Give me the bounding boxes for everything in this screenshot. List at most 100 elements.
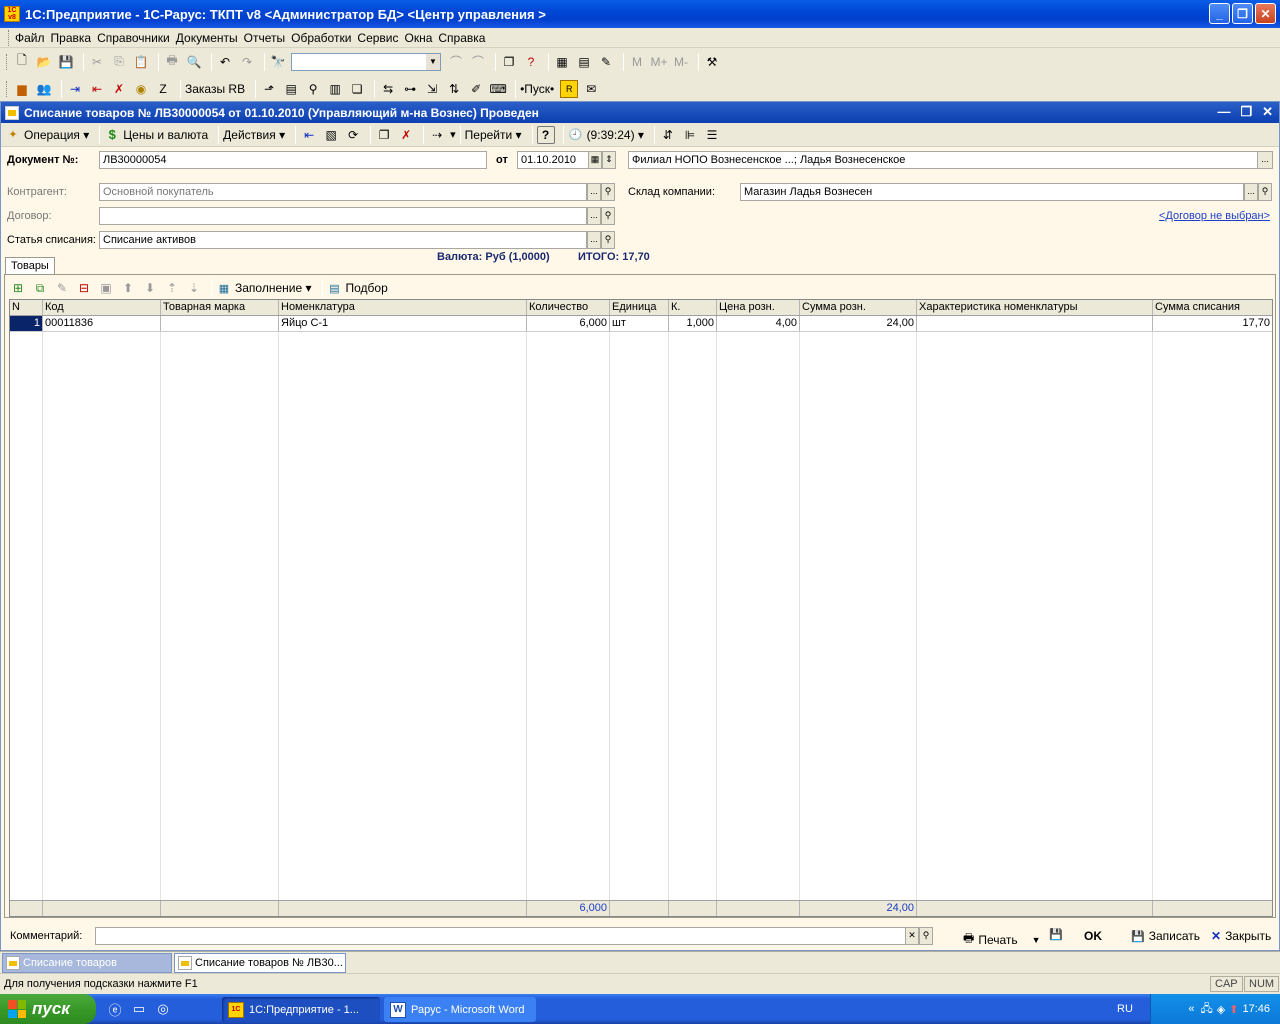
brand-cell[interactable] [161, 316, 279, 331]
column-header[interactable]: Количество [527, 300, 610, 315]
row-number[interactable]: 1 [10, 316, 43, 331]
taskbar-1c-button[interactable]: 1С 1С:Предприятие - 1... [222, 997, 380, 1022]
minimize-button[interactable]: _ [1209, 3, 1230, 24]
docs-icon[interactable]: ❏ [348, 80, 366, 98]
column-header[interactable]: Номенклатура [279, 300, 527, 315]
sort-desc-icon[interactable]: ⇣ [185, 279, 203, 297]
toolbar-grip[interactable] [6, 53, 9, 70]
move-up-icon[interactable]: ⬆ [119, 279, 137, 297]
hierarchy-icon[interactable]: ⊫ [681, 126, 699, 144]
tray-app-icon[interactable]: ◈ [1217, 1003, 1225, 1016]
sort-asc-icon[interactable]: ⇡ [163, 279, 181, 297]
mail-icon[interactable]: ✉ [582, 80, 600, 98]
memory-m-button[interactable]: M [628, 53, 646, 71]
search-combo[interactable]: ▼ [291, 52, 441, 71]
chart-icon[interactable]: ▥ [326, 80, 344, 98]
redo-icon[interactable]: ↷ [238, 53, 256, 71]
new-document-icon[interactable]: 🗋 [13, 53, 31, 71]
help-button[interactable]: ? [536, 125, 555, 144]
column-header[interactable]: Сумма розн. [800, 300, 917, 315]
goods-table[interactable]: N Код Товарная марка Номенклатура Количе… [9, 299, 1273, 917]
column-header[interactable]: Сумма списания [1153, 300, 1272, 315]
users-icon[interactable]: 👥 [35, 80, 53, 98]
memory-plus-button[interactable]: M+ [650, 53, 668, 71]
back-icon[interactable]: ⇤ [300, 126, 318, 144]
window-tab-writeoff-doc[interactable]: Списание товаров № ЛВ30... [174, 953, 346, 973]
writeoff-icon[interactable]: ✗ [110, 80, 128, 98]
copy-doc-icon[interactable]: ❐ [375, 126, 393, 144]
calendar-icon[interactable]: ▦ [588, 151, 602, 169]
structure-icon[interactable]: ⊶ [401, 80, 419, 98]
prices-currency-button[interactable]: $ Цены и валюта [104, 127, 209, 143]
structure-doc-icon[interactable]: ⇢ [428, 126, 446, 144]
document-title-bar[interactable]: Списание товаров № ЛВ30000054 от 01.10.2… [1, 102, 1279, 123]
warehouse-select-button[interactable]: ... [1244, 183, 1258, 201]
close-doc-button[interactable]: ✕ Закрыть [1211, 929, 1271, 943]
quantity-cell[interactable]: 6,000 [527, 316, 610, 331]
nomenclature-cell[interactable]: Яйцо С-1 [279, 316, 527, 331]
end-edit-icon[interactable]: ▣ [97, 279, 115, 297]
network-icon[interactable]: 🖧 [1201, 1000, 1213, 1019]
taskbar-word-button[interactable]: W Рарус - Microsoft Word [384, 997, 536, 1022]
undo-icon[interactable]: ↶ [216, 53, 234, 71]
close-button[interactable]: ✕ [1255, 3, 1276, 24]
warehouse-field[interactable]: Магазин Ладья Вознесен [740, 183, 1244, 201]
filter-icon[interactable]: ⚲ [304, 80, 322, 98]
goto-button[interactable]: Перейти ▾ [465, 128, 522, 142]
tools-icon[interactable]: ⚒ [703, 53, 721, 71]
writeoff-select-button[interactable]: ... [587, 231, 601, 249]
settings-icon[interactable]: ✎ [597, 53, 615, 71]
edit-icon[interactable]: ✐ [467, 80, 485, 98]
writeoff-article-field[interactable]: Списание активов [99, 231, 587, 249]
calculator-icon[interactable]: ▦ [553, 53, 571, 71]
arrow-out-icon[interactable]: ⇤ [88, 80, 106, 98]
update-icon[interactable]: ⬆ [1229, 1003, 1238, 1016]
money-icon[interactable]: ◉ [132, 80, 150, 98]
desktop-icon[interactable]: ▭ [130, 1000, 148, 1018]
save-icon[interactable]: 💾 [57, 53, 75, 71]
search-icon[interactable]: ⚲ [601, 183, 615, 201]
search-icon[interactable]: ⚲ [1258, 183, 1272, 201]
column-header[interactable]: Характеристика номенклатуры [917, 300, 1153, 315]
find-prev-icon[interactable]: ⌒ [469, 53, 487, 71]
counterparty-field[interactable]: Основной покупатель [99, 183, 587, 201]
print-icon[interactable]: 🖶 [163, 53, 181, 71]
retail-sum-cell[interactable]: 24,00 [800, 316, 917, 331]
quicklaunch-app-icon[interactable]: ◎ [154, 1000, 172, 1018]
toolbar-grip[interactable] [8, 29, 11, 46]
menu-help[interactable]: Справка [438, 31, 485, 45]
column-header[interactable]: Товарная марка [161, 300, 279, 315]
find-icon[interactable]: 🔭 [269, 53, 287, 71]
help-1c-icon[interactable]: ? [522, 53, 540, 71]
writeoff-sum-cell[interactable]: 17,70 [1153, 316, 1272, 331]
move-down-icon[interactable]: ⬇ [141, 279, 159, 297]
movements-icon[interactable]: ⇵ [659, 126, 677, 144]
preview-icon[interactable]: 🔍 [185, 53, 203, 71]
ok-button[interactable]: OK [1084, 929, 1102, 943]
column-header[interactable]: Цена розн. [717, 300, 800, 315]
menu-windows[interactable]: Окна [405, 31, 433, 45]
branch-select-button[interactable]: ... [1257, 151, 1273, 169]
paste-icon[interactable]: 📋 [132, 53, 150, 71]
child-minimize-button[interactable]: — [1217, 104, 1230, 120]
post-icon[interactable]: ▧ [322, 126, 340, 144]
coefficient-cell[interactable]: 1,000 [669, 316, 717, 331]
fill-button[interactable]: ▦ Заполнение ▾ [216, 280, 312, 296]
start-button[interactable]: •Пуск• [520, 82, 554, 96]
chevron-down-icon[interactable]: ▼ [1032, 935, 1041, 945]
calendar-icon[interactable]: ▤ [575, 53, 593, 71]
copy-icon[interactable]: ⎘ [110, 53, 128, 71]
z-report-icon[interactable]: Z [154, 80, 172, 98]
pick-button[interactable]: ▤ Подбор [327, 280, 387, 296]
list-icon[interactable]: ☰ [703, 126, 721, 144]
counterparty-select-button[interactable]: ... [587, 183, 601, 201]
column-header[interactable]: Единица [610, 300, 669, 315]
toolbar-grip[interactable] [6, 80, 9, 97]
time-button[interactable]: 🕘 (9:39:24) ▾ [568, 127, 644, 143]
open-icon[interactable]: 📂 [35, 53, 53, 71]
chevron-down-icon[interactable]: ▼ [426, 53, 440, 70]
ie-icon[interactable]: ⓔ [106, 1000, 124, 1018]
delete-doc-icon[interactable]: ✗ [397, 126, 415, 144]
app-title-bar[interactable]: 1С v8 1С:Предприятие - 1С-Рарус: ТКПТ v8 … [0, 0, 1280, 28]
refresh-icon[interactable]: ⟳ [344, 126, 362, 144]
